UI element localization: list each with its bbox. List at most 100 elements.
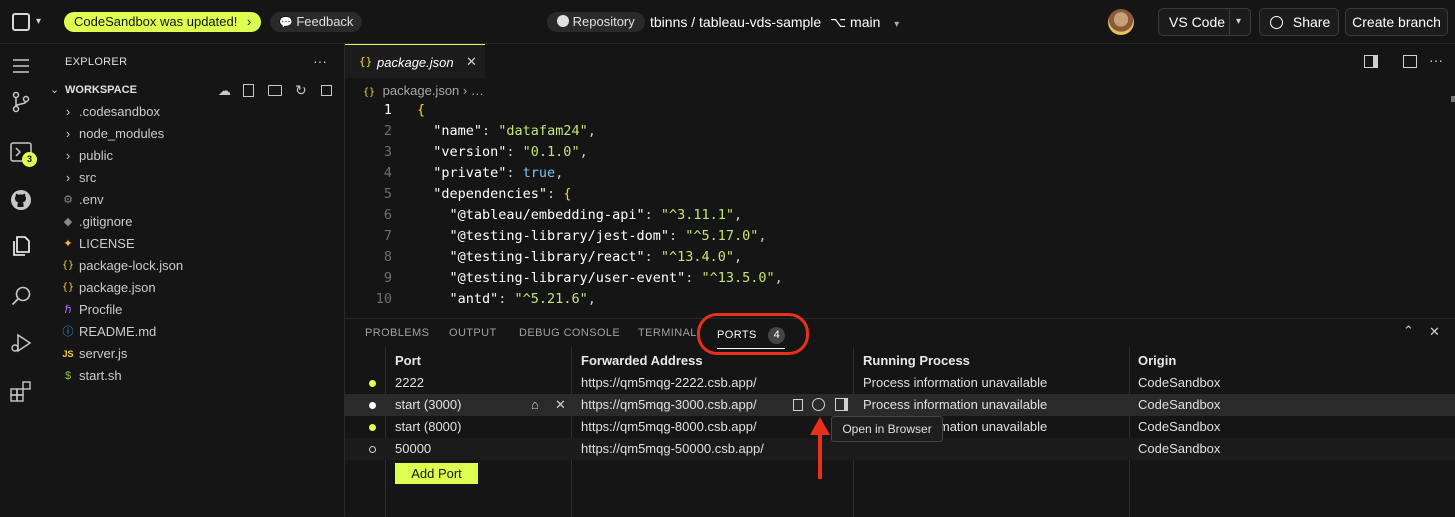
address-cell[interactable]: https://qm5mqg-50000.csb.app/ <box>581 438 764 460</box>
tab-label: package.json <box>377 55 454 70</box>
explorer-title: EXPLORER <box>65 56 128 68</box>
refresh-icon[interactable]: ↻ <box>295 82 307 99</box>
branch-selector[interactable]: ⌥ main ▾ <box>830 14 899 31</box>
globe-icon[interactable] <box>812 398 825 411</box>
stop-forwarding-icon[interactable]: ✕ <box>555 394 566 416</box>
tree-item-label: public <box>79 148 113 163</box>
new-folder-icon[interactable] <box>268 85 282 96</box>
address-cell[interactable]: https://qm5mqg-8000.csb.app/ <box>581 416 757 438</box>
collapse-all-icon[interactable] <box>321 85 332 96</box>
tree-item[interactable]: ℏ Procfile <box>43 299 345 321</box>
code-line: 6 "@tableau/embedding-api": "^3.11.1", <box>345 205 1445 226</box>
split-editor-icon[interactable] <box>1364 55 1378 68</box>
line-number: 7 <box>383 228 392 244</box>
table-row[interactable]: 2222 https://qm5mqg-2222.csb.app/Process … <box>345 372 1455 394</box>
vscode-button[interactable]: VS Code ▾ <box>1158 8 1251 36</box>
tree-item-label: package.json <box>79 280 156 295</box>
cloud-upload-icon[interactable]: ☁ <box>218 83 231 99</box>
close-icon[interactable]: ✕ <box>466 54 477 70</box>
header-port[interactable]: Port <box>395 350 421 372</box>
workspace-label: WORKSPACE <box>65 84 137 96</box>
chevron-down-icon[interactable]: ▾ <box>36 16 41 27</box>
address-cell[interactable]: https://qm5mqg-2222.csb.app/ <box>581 372 757 394</box>
tab-problems[interactable]: PROBLEMS <box>365 327 429 339</box>
tree-item-label: server.js <box>79 346 128 361</box>
code-token: : <box>547 186 564 202</box>
code-token: , <box>758 228 767 244</box>
tree-item[interactable]: › node_modules <box>43 123 345 145</box>
share-button[interactable]: Share <box>1259 8 1339 36</box>
line-number: 9 <box>383 270 392 286</box>
origin-cell: CodeSandbox <box>1138 397 1221 412</box>
tree-item[interactable]: ◆ .gitignore <box>43 211 345 233</box>
tree-item[interactable]: JS server.js <box>43 343 345 365</box>
search-icon[interactable] <box>9 284 33 308</box>
github-icon[interactable] <box>9 188 33 212</box>
origin-cell: CodeSandbox <box>1138 375 1221 390</box>
tree-item[interactable]: › public <box>43 145 345 167</box>
explorer-more-icon[interactable]: ··· <box>313 53 327 69</box>
extensions-icon[interactable] <box>9 379 33 403</box>
label-icon[interactable]: ⌂ <box>531 394 539 416</box>
header-running-process[interactable]: Running Process <box>863 350 970 372</box>
tab-output[interactable]: OUTPUT <box>449 327 497 339</box>
editor-tab[interactable]: {} package.json ✕ <box>345 44 485 78</box>
tab-debug-console[interactable]: DEBUG CONSOLE <box>519 327 620 339</box>
tree-item[interactable]: › src <box>43 167 345 189</box>
workspace-header[interactable]: ⌄ WORKSPACE ☁ ↻ <box>43 80 345 102</box>
scrollbar[interactable] <box>1451 96 1455 102</box>
code-editor[interactable]: 1{2 "name": "datafam24", 3 "version": "0.… <box>345 100 1445 316</box>
chevron-down-icon[interactable]: ▾ <box>1236 9 1241 35</box>
tree-item[interactable]: {} package-lock.json <box>43 255 345 277</box>
breadcrumb[interactable]: {} package.json › … <box>363 83 484 98</box>
status-dot <box>369 446 376 453</box>
preview-in-editor-icon[interactable] <box>835 398 848 411</box>
new-file-icon[interactable] <box>243 84 254 97</box>
feedback-button[interactable]: 💬 Feedback <box>270 12 363 32</box>
breadcrumb-separator: › <box>462 83 468 98</box>
code-token: : <box>685 270 702 286</box>
run-debug-icon[interactable] <box>9 331 33 355</box>
avatar[interactable] <box>1108 9 1134 35</box>
repo-path[interactable]: tbinns / tableau-vds-sample <box>650 14 821 30</box>
code-token: , <box>734 207 743 223</box>
header-origin[interactable]: Origin <box>1138 350 1176 372</box>
code-token: , <box>587 291 596 307</box>
tree-item[interactable]: ⚙ .env <box>43 189 345 211</box>
vscode-label: VS Code <box>1169 14 1226 30</box>
menu-icon[interactable] <box>9 54 33 78</box>
tree-item[interactable]: ✦ LICENSE <box>43 233 345 255</box>
github-icon <box>557 15 569 27</box>
line-content: "@tableau/embedding-api": "^3.11.1", <box>417 205 743 226</box>
create-branch-button[interactable]: Create branch <box>1345 8 1448 36</box>
tree-item[interactable]: $ start.sh <box>43 365 345 387</box>
line-number: 1 <box>383 102 392 118</box>
maximize-panel-icon[interactable]: ⌃ <box>1403 323 1414 339</box>
source-control-icon[interactable] <box>9 90 33 114</box>
line-content: "dependencies": { <box>417 184 571 205</box>
tree-item[interactable]: › .codesandbox <box>43 101 345 123</box>
tree-item[interactable]: ⓘ README.md <box>43 321 345 343</box>
close-panel-icon[interactable]: ✕ <box>1429 324 1440 340</box>
tab-terminal[interactable]: TERMINAL <box>638 327 697 339</box>
comment-icon: 💬 <box>279 17 293 29</box>
table-row[interactable]: start (3000) https://qm5mqg-3000.csb.app/… <box>345 394 1455 416</box>
copy-address-icon[interactable] <box>793 399 803 411</box>
sidebar-toggle-icon[interactable] <box>12 13 30 31</box>
port-cell: 50000 <box>395 441 432 456</box>
tree-item[interactable]: {} package.json <box>43 277 345 299</box>
tree-item-label: LICENSE <box>79 236 135 251</box>
repository-button[interactable]: Repository <box>547 12 645 32</box>
toggle-panel-icon[interactable] <box>1403 55 1417 68</box>
header-forwarded-address[interactable]: Forwarded Address <box>581 350 703 372</box>
share-label: Share <box>1292 14 1331 30</box>
add-port-button[interactable]: Add Port <box>395 463 478 484</box>
address-cell[interactable]: https://qm5mqg-3000.csb.app/ <box>581 394 757 416</box>
heroku-icon: ℏ <box>64 304 72 316</box>
more-actions-icon[interactable]: ··· <box>1429 52 1443 68</box>
files-icon[interactable] <box>9 234 33 258</box>
code-line: 3 "version": "0.1.0", <box>345 142 1445 163</box>
ports-highlight-annotation <box>697 313 809 355</box>
line-content: "private": true, <box>417 163 563 184</box>
update-badge[interactable]: CodeSandbox was updated! › <box>64 12 262 32</box>
